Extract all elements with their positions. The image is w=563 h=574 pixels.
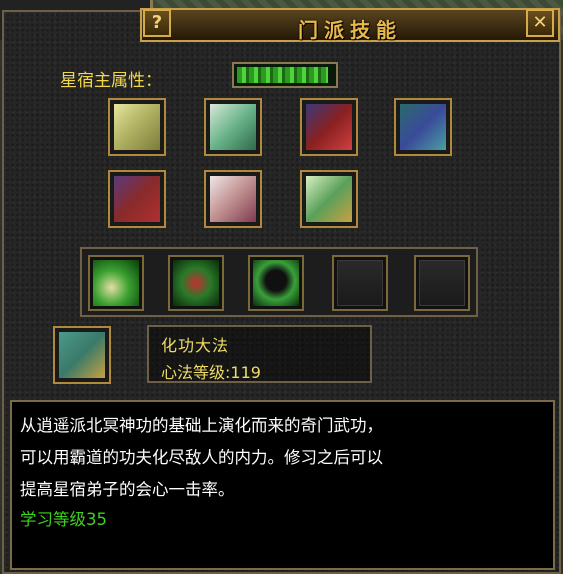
skill-level: 心法等级:119: [161, 363, 261, 382]
green-book-icon: [306, 176, 352, 222]
tied-books-icon: [306, 104, 352, 150]
title-bar[interactable]: 门派技能: [140, 8, 560, 42]
empty-slot-icon: [337, 260, 383, 306]
attribute-bar: [232, 62, 338, 88]
pink-book-icon: [210, 176, 256, 222]
palm-strike-icon: [93, 260, 139, 306]
attribute-label: 星宿主属性：: [60, 71, 162, 91]
green-book-icon: [59, 332, 105, 378]
skill-bar: [80, 247, 478, 317]
book-slot-2[interactable]: [204, 98, 262, 156]
skill-slot-3[interactable]: [248, 255, 304, 311]
scroll-book-icon: [210, 104, 256, 150]
book-slot-5[interactable]: [108, 170, 166, 228]
skill-slot-4[interactable]: [332, 255, 388, 311]
book-slot-6[interactable]: [204, 170, 262, 228]
purple-book-icon: [114, 176, 160, 222]
blue-book-icon: [400, 104, 446, 150]
skill-slot-2[interactable]: [168, 255, 224, 311]
book-slot-4[interactable]: [394, 98, 452, 156]
window-title: 门派技能: [298, 18, 402, 42]
attribute-bar-fill: [237, 67, 328, 83]
description-line-2: 可以用霸道的功夫化尽敌人的内力。修习之后可以: [20, 448, 383, 467]
description-line-3: 提高星宿弟子的会心一击率。: [20, 480, 235, 499]
book-slot-3[interactable]: [300, 98, 358, 156]
empty-slot-icon: [419, 260, 465, 306]
selected-skill-info: 化功大法 心法等级:119: [147, 325, 372, 383]
book-slot-1[interactable]: [108, 98, 166, 156]
description-line-1: 从逍遥派北冥神功的基础上演化而来的奇门武功，: [20, 416, 383, 435]
learn-level: 学习等级35: [20, 510, 107, 529]
skill-name: 化功大法: [161, 336, 230, 355]
description-box: 从逍遥派北冥神功的基础上演化而来的奇门武功， 可以用霸道的功夫化尽敌人的内力。修…: [10, 400, 555, 570]
selected-book-slot[interactable]: [53, 326, 111, 384]
close-button[interactable]: ✕: [526, 9, 554, 37]
scroll-book-icon: [114, 104, 160, 150]
skill-slot-5[interactable]: [414, 255, 470, 311]
red-figure-icon: [173, 260, 219, 306]
dark-figure-icon: [253, 260, 299, 306]
book-slot-7[interactable]: [300, 170, 358, 228]
help-button[interactable]: ?: [143, 9, 171, 37]
skill-slot-1[interactable]: [88, 255, 144, 311]
